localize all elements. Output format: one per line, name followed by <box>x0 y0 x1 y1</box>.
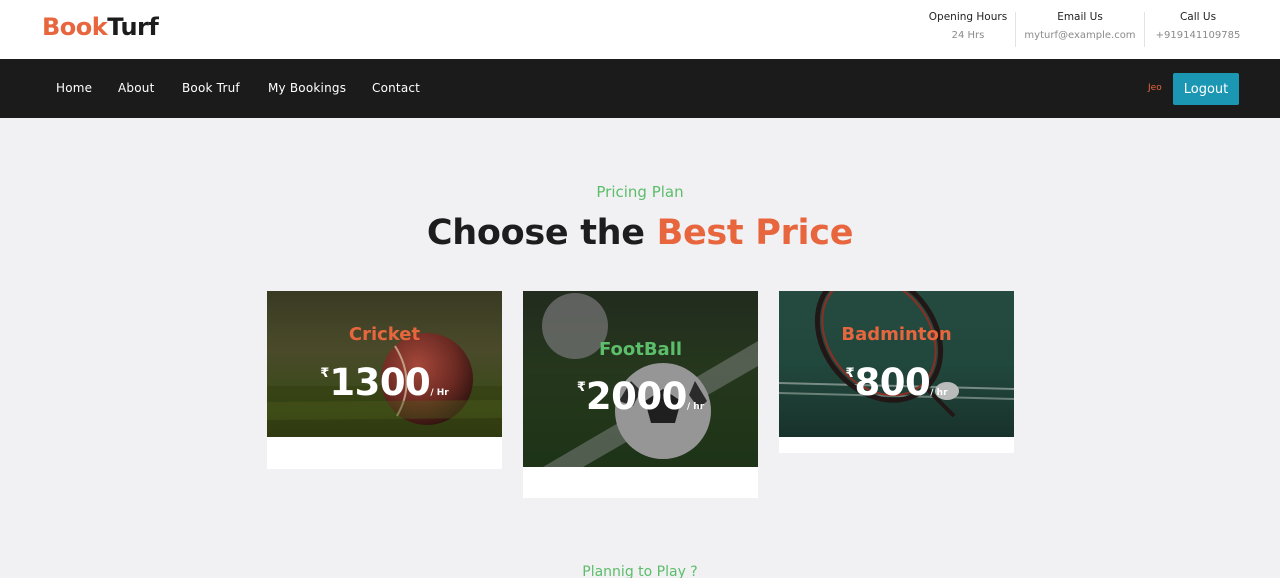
plan-price: ₹2000/ hr <box>523 375 758 418</box>
plan-name: Cricket <box>348 324 421 345</box>
opening-hours: Opening Hours 24 Hrs <box>927 0 1009 59</box>
nav-my-bookings[interactable]: My Bookings <box>268 81 346 95</box>
nav-home[interactable]: Home <box>56 81 92 95</box>
email-title: Email Us <box>1057 11 1103 23</box>
call-us: Call Us +919141109785 <box>1152 0 1244 59</box>
main-nav: Home About Book Truf My Bookings Contact… <box>0 59 1280 118</box>
top-header: BookTurf Opening Hours 24 Hrs Email Us m… <box>0 0 1280 59</box>
price-per: / Hr <box>430 388 449 398</box>
currency: ₹ <box>845 366 855 381</box>
price-per: / hr <box>686 402 705 412</box>
nav-about[interactable]: About <box>118 81 154 95</box>
plan-price: ₹1300/ Hr <box>267 361 502 404</box>
brand-logo[interactable]: BookTurf <box>42 13 159 41</box>
pricing-heading: Choose the Best Price <box>0 213 1280 253</box>
heading-part2: Best Price <box>656 213 854 253</box>
brand-part1: Book <box>42 13 108 41</box>
opening-hours-title: Opening Hours <box>928 11 1008 23</box>
email-value[interactable]: myturf@example.com <box>1022 30 1138 41</box>
plan-card-football[interactable]: FootBall ₹2000/ hr <box>523 291 758 498</box>
call-value[interactable]: +919141109785 <box>1152 30 1244 41</box>
price-amount: 800 <box>854 361 931 404</box>
price-amount: 1300 <box>329 361 431 404</box>
nav-book-truf[interactable]: Book Truf <box>182 81 240 95</box>
plan-price: ₹800/ hr <box>779 361 1014 404</box>
logout-button[interactable]: Logout <box>1173 73 1239 105</box>
plan-card-badminton[interactable]: Badminton ₹800/ hr <box>779 291 1014 453</box>
pricing-kicker: Pricing Plan <box>596 183 684 201</box>
price-per: / hr <box>930 388 948 398</box>
plan-name: FootBall <box>598 339 683 360</box>
opening-hours-value: 24 Hrs <box>951 30 985 41</box>
divider <box>1015 12 1016 47</box>
plan-name: Badminton <box>841 324 952 345</box>
currency: ₹ <box>576 380 586 395</box>
heading-part1: Choose the <box>426 213 657 253</box>
plan-card-cricket[interactable]: Cricket ₹1300/ Hr <box>267 291 502 469</box>
email-us: Email Us myturf@example.com <box>1022 0 1138 59</box>
user-name[interactable]: Jeo <box>1148 83 1162 93</box>
brand-part2: Turf <box>107 13 159 41</box>
price-amount: 2000 <box>585 375 687 418</box>
currency: ₹ <box>320 366 330 381</box>
divider <box>1144 12 1145 47</box>
call-title: Call Us <box>1179 11 1217 23</box>
planning-kicker: Plannig to Play ? <box>582 564 698 578</box>
nav-contact[interactable]: Contact <box>372 81 420 95</box>
